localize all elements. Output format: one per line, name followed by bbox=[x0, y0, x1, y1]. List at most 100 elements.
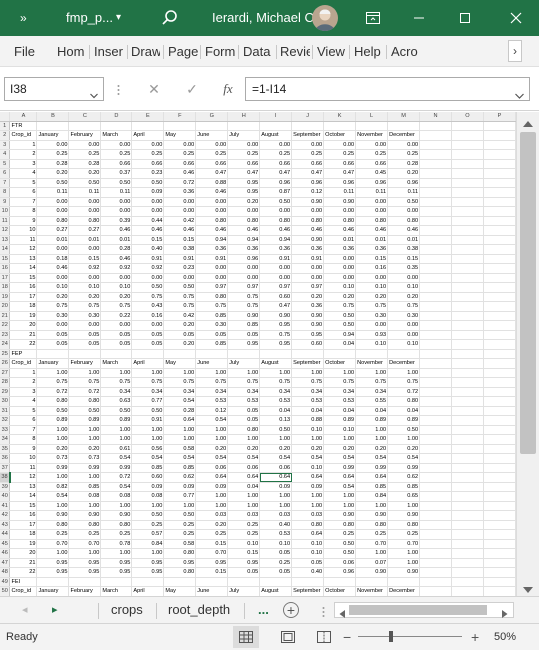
crop-id-cell[interactable]: 6 bbox=[9, 187, 38, 198]
value-cell[interactable]: 0.25 bbox=[355, 149, 389, 160]
value-cell[interactable]: 0.00 bbox=[163, 140, 197, 150]
header-cell[interactable]: March bbox=[100, 586, 133, 596]
cancel-entry-button[interactable]: ✕ bbox=[146, 77, 162, 101]
value-cell[interactable]: 0.00 bbox=[323, 254, 357, 264]
row-header[interactable]: 28 bbox=[0, 377, 11, 388]
value-cell[interactable]: 0.90 bbox=[323, 510, 357, 521]
tab-insert[interactable]: Inser bbox=[94, 36, 124, 67]
value-cell[interactable]: 0.00 bbox=[163, 197, 197, 207]
empty-cell[interactable] bbox=[451, 130, 484, 141]
header-cell[interactable]: April bbox=[131, 358, 165, 369]
header-cell[interactable]: November bbox=[355, 358, 389, 369]
value-cell[interactable]: 0.40 bbox=[131, 244, 165, 255]
page-layout-view-icon[interactable] bbox=[277, 626, 299, 648]
value-cell[interactable]: 0.75 bbox=[387, 377, 421, 388]
value-cell[interactable]: 0.54 bbox=[259, 453, 293, 464]
empty-cell[interactable] bbox=[451, 225, 484, 236]
value-cell[interactable]: 0.34 bbox=[355, 387, 389, 397]
empty-cell[interactable] bbox=[323, 121, 357, 131]
value-cell[interactable]: 0.95 bbox=[291, 330, 325, 340]
empty-cell[interactable] bbox=[483, 311, 516, 321]
tab-page-layout[interactable]: Page bbox=[168, 36, 198, 67]
ribbon-display-options-icon[interactable] bbox=[350, 0, 396, 36]
empty-cell[interactable] bbox=[291, 577, 325, 587]
empty-cell[interactable] bbox=[483, 225, 516, 236]
header-cell[interactable]: April bbox=[131, 586, 165, 596]
value-cell[interactable]: 0.05 bbox=[227, 567, 261, 578]
crop-id-cell[interactable]: 12 bbox=[9, 472, 38, 483]
value-cell[interactable]: 0.54 bbox=[100, 453, 133, 464]
crop-id-cell[interactable]: 4 bbox=[9, 396, 38, 407]
value-cell[interactable]: 0.64 bbox=[227, 472, 261, 483]
empty-cell[interactable] bbox=[483, 168, 516, 179]
value-cell[interactable]: 0.80 bbox=[291, 216, 325, 226]
value-cell[interactable]: 0.20 bbox=[163, 320, 197, 331]
value-cell[interactable]: 0.18 bbox=[36, 254, 70, 264]
empty-cell[interactable] bbox=[451, 463, 484, 473]
crop-id-cell[interactable]: 1 bbox=[9, 140, 38, 150]
value-cell[interactable]: 0.00 bbox=[131, 273, 165, 283]
value-cell[interactable]: 0.75 bbox=[227, 377, 261, 388]
empty-cell[interactable] bbox=[451, 311, 484, 321]
value-cell[interactable]: 0.00 bbox=[323, 263, 357, 274]
value-cell[interactable]: 1.00 bbox=[195, 425, 229, 435]
header-cell[interactable]: Crop_id bbox=[9, 358, 38, 369]
block-label[interactable]: FEI bbox=[9, 577, 38, 587]
value-cell[interactable]: 0.25 bbox=[68, 529, 102, 540]
value-cell[interactable]: 1.00 bbox=[131, 434, 165, 445]
value-cell[interactable]: 0.40 bbox=[259, 520, 293, 530]
column-header[interactable]: H bbox=[227, 112, 261, 122]
value-cell[interactable]: 0.11 bbox=[355, 187, 389, 198]
empty-cell[interactable] bbox=[419, 216, 453, 226]
value-cell[interactable]: 0.20 bbox=[323, 292, 357, 302]
empty-cell[interactable] bbox=[131, 349, 165, 359]
value-cell[interactable]: 0.50 bbox=[387, 425, 421, 435]
value-cell[interactable]: 0.95 bbox=[100, 558, 133, 568]
value-cell[interactable]: 0.10 bbox=[387, 339, 421, 350]
value-cell[interactable]: 0.80 bbox=[36, 396, 70, 407]
value-cell[interactable]: 1.00 bbox=[291, 491, 325, 502]
value-cell[interactable]: 0.03 bbox=[291, 510, 325, 521]
header-cell[interactable]: October bbox=[323, 358, 357, 369]
empty-cell[interactable] bbox=[483, 529, 516, 540]
value-cell[interactable]: 0.50 bbox=[323, 311, 357, 321]
value-cell[interactable]: 0.80 bbox=[195, 292, 229, 302]
empty-cell[interactable] bbox=[483, 216, 516, 226]
value-cell[interactable]: 0.25 bbox=[227, 520, 261, 530]
zoom-slider-thumb[interactable] bbox=[389, 631, 393, 642]
value-cell[interactable]: 0.50 bbox=[100, 178, 133, 188]
value-cell[interactable]: 0.15 bbox=[195, 567, 229, 578]
value-cell[interactable]: 0.00 bbox=[195, 197, 229, 207]
value-cell[interactable]: 0.64 bbox=[323, 472, 357, 483]
value-cell[interactable]: 0.75 bbox=[163, 301, 197, 312]
empty-cell[interactable] bbox=[451, 320, 484, 331]
row-header[interactable]: 31 bbox=[0, 406, 11, 416]
empty-cell[interactable] bbox=[451, 282, 484, 293]
value-cell[interactable]: 0.97 bbox=[227, 282, 261, 293]
header-cell[interactable]: Crop_id bbox=[9, 586, 38, 596]
value-cell[interactable]: 0.15 bbox=[68, 254, 102, 264]
header-cell[interactable]: February bbox=[68, 130, 102, 141]
value-cell[interactable]: 0.96 bbox=[323, 178, 357, 188]
row-header[interactable]: 18 bbox=[0, 282, 11, 293]
value-cell[interactable]: 0.01 bbox=[355, 235, 389, 245]
value-cell[interactable]: 1.00 bbox=[323, 434, 357, 445]
empty-cell[interactable] bbox=[483, 434, 516, 445]
value-cell[interactable]: 0.89 bbox=[100, 415, 133, 426]
value-cell[interactable]: 0.72 bbox=[68, 387, 102, 397]
empty-cell[interactable] bbox=[483, 206, 516, 217]
value-cell[interactable]: 0.00 bbox=[387, 273, 421, 283]
empty-cell[interactable] bbox=[451, 472, 484, 483]
value-cell[interactable]: 1.00 bbox=[291, 434, 325, 445]
value-cell[interactable]: 0.94 bbox=[259, 235, 293, 245]
value-cell[interactable]: 0.46 bbox=[100, 225, 133, 236]
value-cell[interactable]: 0.04 bbox=[227, 482, 261, 492]
next-sheet-button[interactable]: ▸ bbox=[52, 597, 58, 623]
header-cell[interactable]: May bbox=[163, 130, 197, 141]
row-header[interactable]: 32 bbox=[0, 415, 11, 426]
empty-cell[interactable] bbox=[451, 244, 484, 255]
empty-cell[interactable] bbox=[355, 349, 389, 359]
value-cell[interactable]: 0.00 bbox=[291, 263, 325, 274]
value-cell[interactable]: 0.37 bbox=[100, 168, 133, 179]
row-header[interactable]: 29 bbox=[0, 387, 11, 397]
